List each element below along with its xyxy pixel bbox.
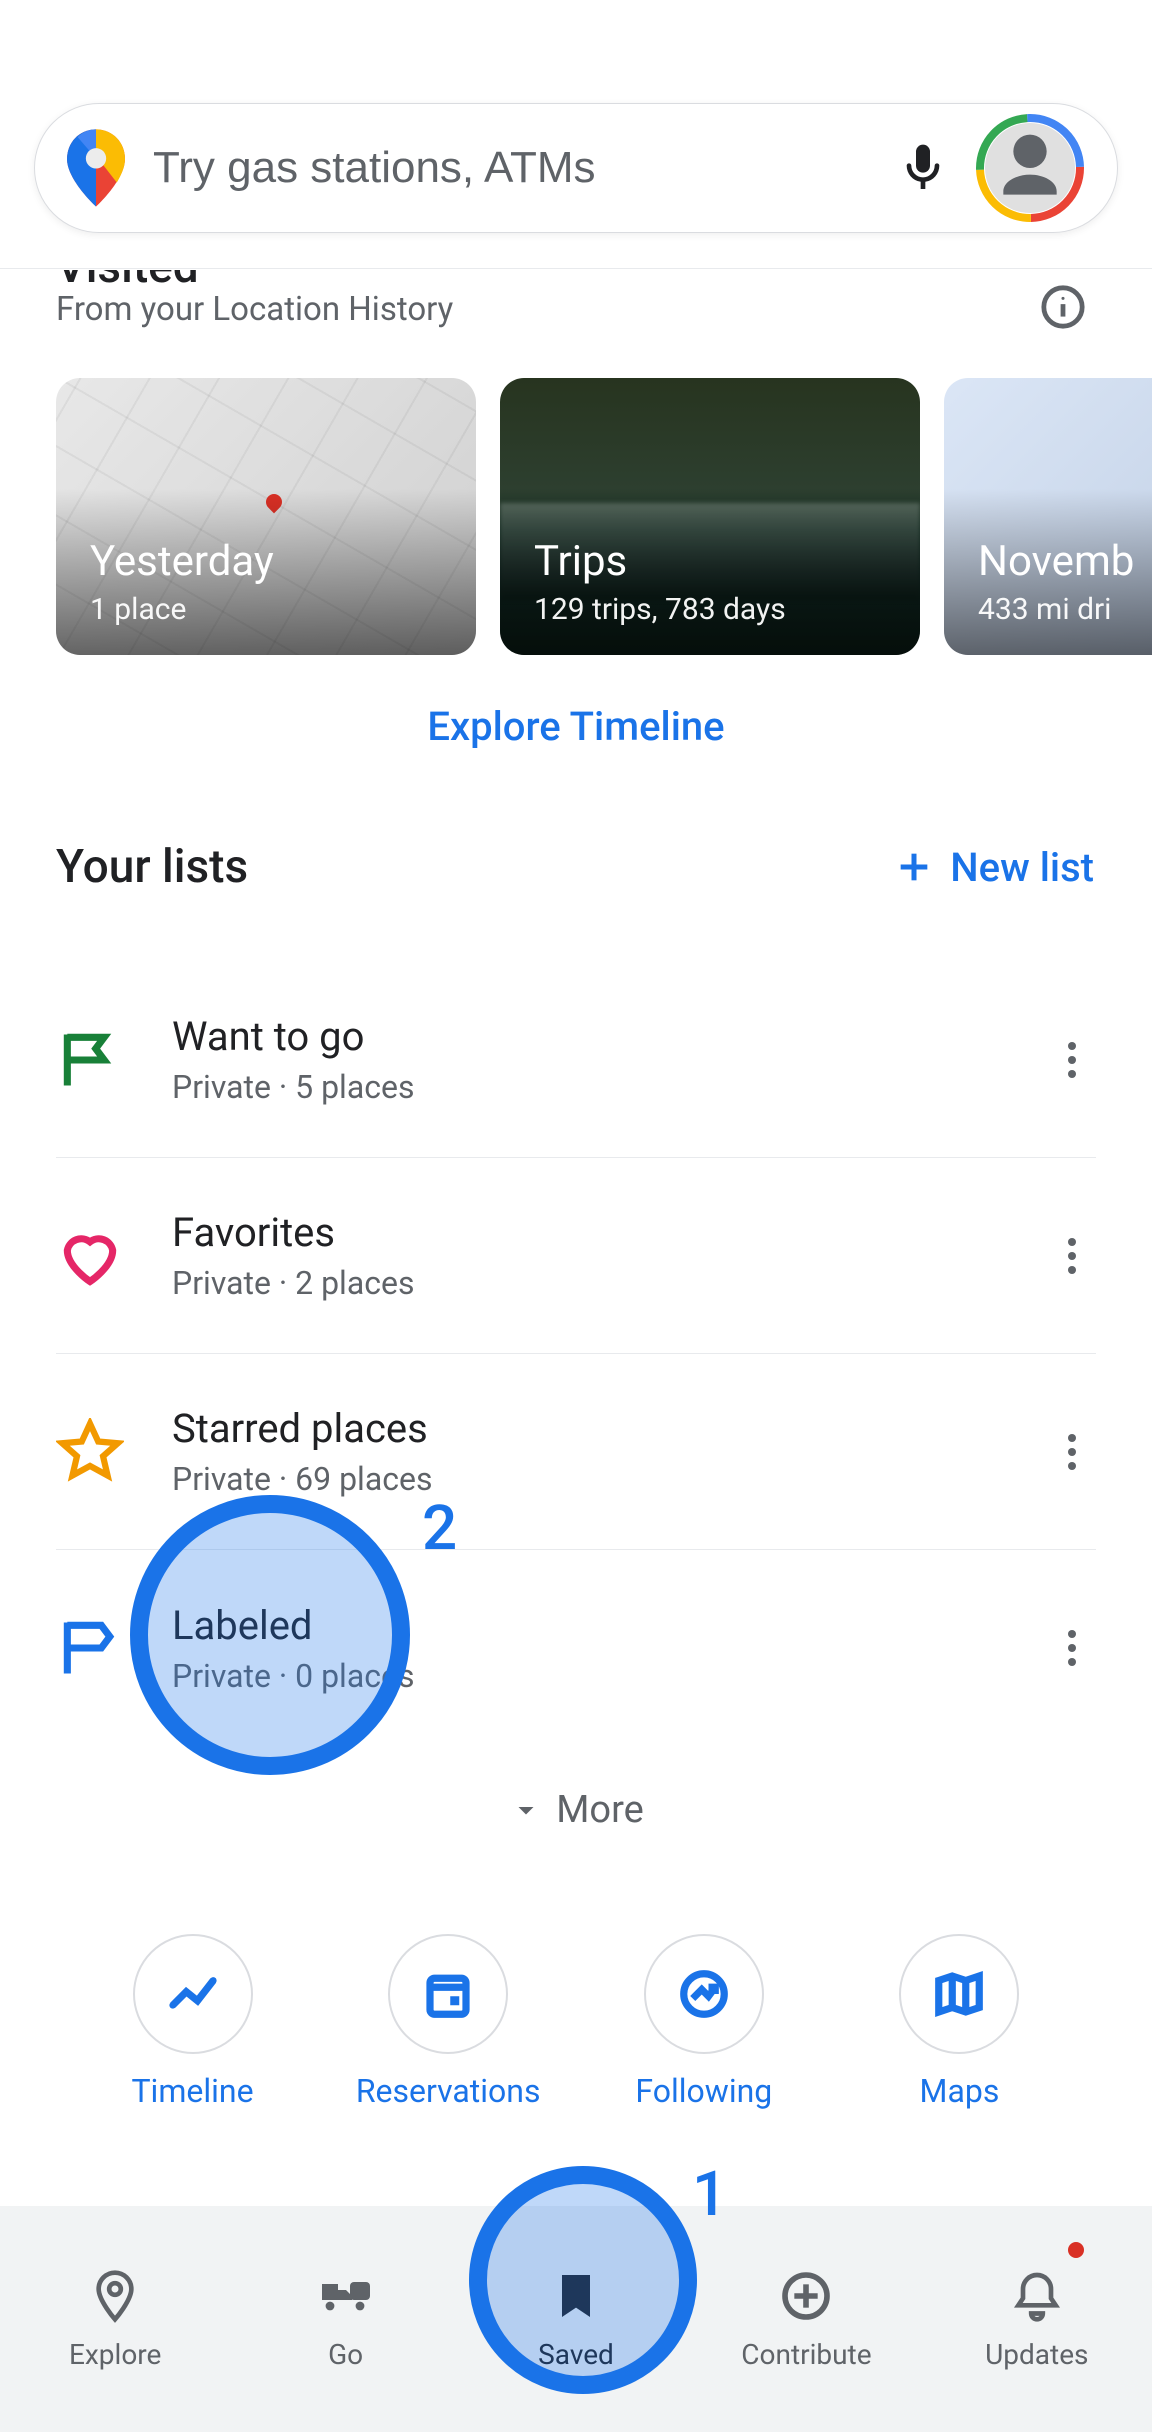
more-vert-icon — [1048, 1232, 1096, 1280]
list-item-name: Starred places — [172, 1405, 1048, 1452]
maps-pin-icon — [67, 128, 125, 208]
timeline-card-month[interactable]: Novemb 433 mi dri — [944, 378, 1152, 655]
quick-link-timeline[interactable]: Timeline — [90, 1934, 295, 2110]
card-title: Yesterday — [90, 537, 456, 586]
list-item-menu-button[interactable] — [1048, 1036, 1096, 1084]
explore-timeline-label: Explore Timeline — [427, 703, 724, 750]
more-label: More — [556, 1788, 644, 1832]
avatar — [985, 123, 1075, 213]
quick-link-reservations[interactable]: Reservations — [346, 1934, 551, 2110]
bell-icon — [1009, 2268, 1065, 2324]
lists-column: Want to go Private · 5 places Favorites … — [56, 962, 1096, 1746]
more-vert-icon — [1048, 1036, 1096, 1084]
flag-icon — [56, 1614, 124, 1682]
visited-title-partial: Visited — [56, 240, 199, 294]
card-subtitle: 1 place — [90, 592, 456, 627]
bottom-nav-label: Explore — [69, 2338, 161, 2371]
info-icon — [1040, 284, 1086, 330]
your-lists-title: Your lists — [56, 840, 248, 894]
list-item-menu-button[interactable] — [1048, 1232, 1096, 1280]
star-icon — [56, 1418, 124, 1486]
quick-link-label: Following — [635, 2072, 772, 2110]
explore-timeline-button[interactable]: Explore Timeline — [0, 696, 1152, 756]
list-item-menu-button[interactable] — [1048, 1428, 1096, 1476]
quick-link-label: Timeline — [131, 2072, 253, 2110]
more-vert-icon — [1048, 1624, 1096, 1672]
visited-subtitle: From your Location History — [56, 290, 1152, 329]
tutorial-step-1-label: 1 — [692, 2158, 727, 2231]
bottom-nav-explore[interactable]: Explore — [0, 2206, 230, 2432]
account-avatar-button[interactable] — [975, 113, 1085, 223]
following-icon — [677, 1967, 731, 2021]
quick-link-label: Maps — [920, 2072, 1000, 2110]
bottom-nav-go[interactable]: Go — [230, 2206, 460, 2432]
notification-dot-icon — [1068, 2242, 1084, 2258]
list-item-meta: Private · 2 places — [172, 1264, 1048, 1302]
voice-search-button[interactable] — [895, 140, 951, 196]
list-item-menu-button[interactable] — [1048, 1624, 1096, 1672]
card-title: Novemb — [978, 537, 1152, 586]
bottom-nav-label: Updates — [985, 2338, 1088, 2371]
list-item-labeled[interactable]: Labeled Private · 0 places — [56, 1550, 1096, 1746]
new-list-label: New list — [950, 844, 1094, 891]
card-subtitle: 129 trips, 783 days — [534, 592, 900, 627]
search-pill[interactable] — [34, 103, 1118, 233]
contribute-icon — [778, 2268, 834, 2324]
bottom-nav: Explore Go Saved Contribute Updates — [0, 2206, 1152, 2432]
bottom-nav-label: Go — [328, 2338, 363, 2371]
card-subtitle: 433 mi dri — [978, 592, 1152, 627]
go-icon — [318, 2268, 374, 2324]
quick-links-row: Timeline Reservations Following Maps — [90, 1934, 1062, 2110]
bookmark-icon — [548, 2268, 604, 2324]
calendar-icon — [421, 1967, 475, 2021]
explore-pin-icon — [87, 2268, 143, 2324]
location-history-info-button[interactable] — [1040, 284, 1086, 330]
chevron-down-icon — [508, 1792, 544, 1828]
flag-icon — [56, 1026, 124, 1094]
map-icon — [932, 1967, 986, 2021]
timeline-card-row[interactable]: Yesterday 1 place Trips 129 trips, 783 d… — [56, 378, 1152, 655]
heart-icon — [56, 1222, 124, 1290]
list-item-name: Favorites — [172, 1209, 1048, 1256]
person-icon — [990, 128, 1070, 208]
list-item-meta: Private · 0 places — [172, 1657, 1048, 1695]
plus-icon — [894, 847, 934, 887]
quick-link-label: Reservations — [356, 2072, 541, 2110]
list-item-favorites[interactable]: Favorites Private · 2 places — [56, 1158, 1096, 1354]
bottom-nav-updates[interactable]: Updates — [922, 2206, 1152, 2432]
list-item-meta: Private · 5 places — [172, 1068, 1048, 1106]
bottom-nav-saved[interactable]: Saved — [461, 2206, 691, 2432]
new-list-button[interactable]: New list — [894, 844, 1094, 891]
quick-link-maps[interactable]: Maps — [857, 1934, 1062, 2110]
your-lists-header: Your lists New list — [56, 840, 1094, 894]
timeline-card-trips[interactable]: Trips 129 trips, 783 days — [500, 378, 920, 655]
list-item-name: Labeled — [172, 1602, 1048, 1649]
more-vert-icon — [1048, 1428, 1096, 1476]
visited-section: Visited From your Location History — [56, 260, 1152, 329]
timeline-card-yesterday[interactable]: Yesterday 1 place — [56, 378, 476, 655]
list-item-want-to-go[interactable]: Want to go Private · 5 places — [56, 962, 1096, 1158]
search-input[interactable] — [153, 104, 895, 232]
microphone-icon — [895, 140, 951, 196]
bottom-nav-contribute[interactable]: Contribute — [691, 2206, 921, 2432]
bottom-nav-label: Contribute — [741, 2338, 871, 2371]
tutorial-step-2-label: 2 — [422, 1492, 457, 1565]
more-lists-button[interactable]: More — [0, 1775, 1152, 1845]
list-item-meta: Private · 69 places — [172, 1460, 1048, 1498]
bottom-nav-label: Saved — [538, 2338, 614, 2371]
list-item-starred-places[interactable]: Starred places Private · 69 places — [56, 1354, 1096, 1550]
timeline-icon — [166, 1967, 220, 2021]
list-item-name: Want to go — [172, 1013, 1048, 1060]
search-bar — [34, 103, 1118, 233]
quick-link-following[interactable]: Following — [601, 1934, 806, 2110]
card-title: Trips — [534, 537, 900, 586]
